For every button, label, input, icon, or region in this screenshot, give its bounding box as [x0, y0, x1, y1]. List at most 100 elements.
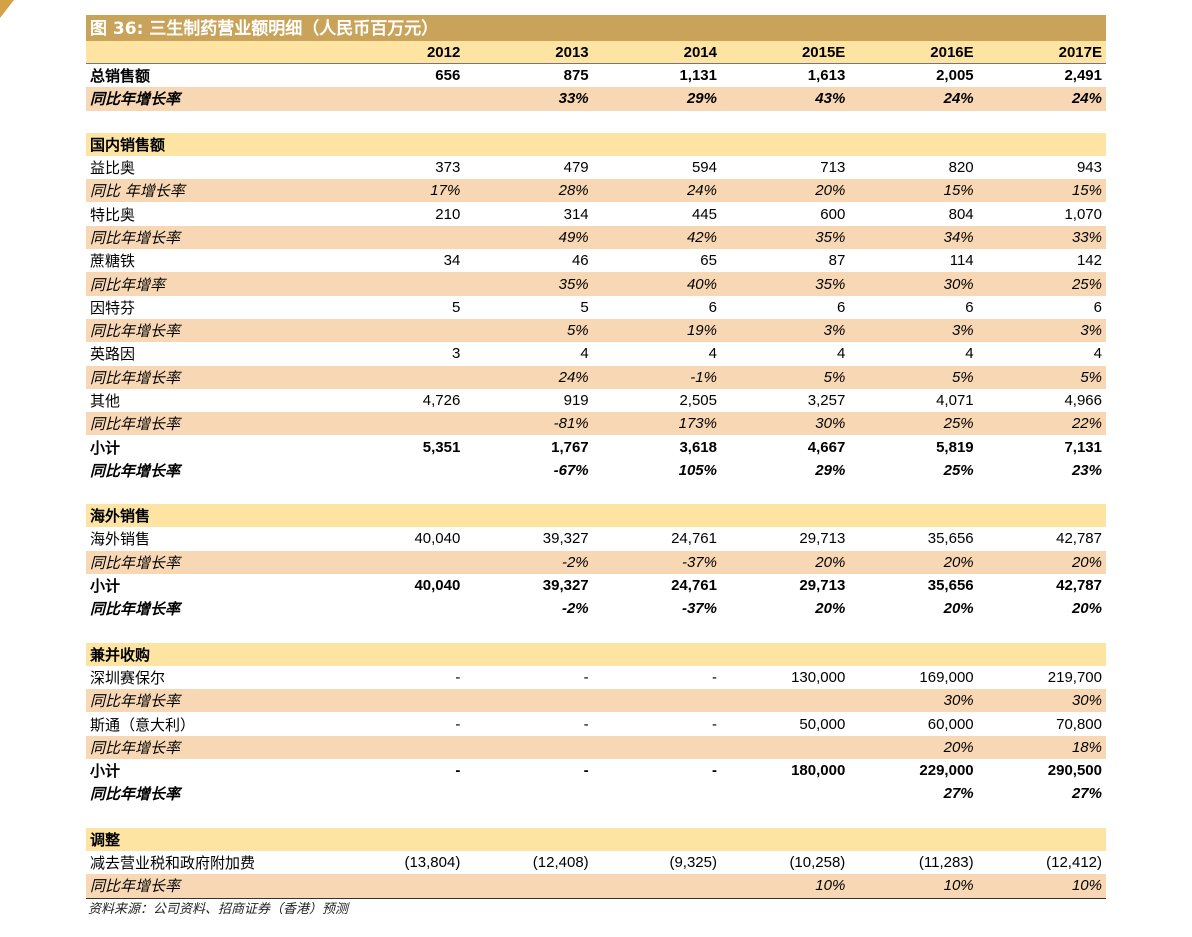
- value-cell: 2,005: [936, 67, 974, 85]
- row-label: 同比年增率: [86, 272, 336, 296]
- row-label: 蔗糖铁: [90, 252, 136, 271]
- value-cell: 3%: [720, 318, 850, 343]
- row-label: 益比奥: [90, 159, 136, 178]
- value-cell: [977, 827, 1106, 851]
- value-cell: [849, 827, 978, 851]
- value-cell: 20%: [1071, 600, 1102, 618]
- section-header-row: 兼并收购: [86, 642, 1106, 666]
- value-cell: 34: [443, 252, 461, 270]
- value-cell: 42%: [592, 225, 721, 250]
- table-row: 总销售额 656 875 1,131 1,613 2,005 2,491: [86, 64, 1106, 88]
- row-label: 特比奥: [90, 205, 136, 224]
- value-cell: [720, 735, 850, 760]
- value-cell: 3%: [849, 318, 978, 343]
- row-label: 其他: [90, 392, 121, 410]
- value-cell: [849, 621, 977, 643]
- table-row: 小计 40,040 39,327 24,761 29,713 35,656 42,787: [86, 574, 1106, 597]
- value-cell: 10%: [977, 874, 1106, 899]
- value-cell: 210: [435, 205, 461, 223]
- value-cell: [593, 806, 721, 828]
- value-cell: 114: [949, 252, 974, 270]
- row-label: 同比年增长率: [86, 874, 336, 899]
- value-cell: [464, 642, 593, 666]
- value-cell: [592, 642, 721, 666]
- spacer-row: [86, 482, 1106, 504]
- value-cell: [336, 482, 464, 504]
- value-cell: [592, 827, 721, 851]
- value-cell: 23%: [1071, 461, 1102, 479]
- value-cell: 65: [700, 252, 717, 270]
- row-label: 同比年增长率: [86, 225, 336, 250]
- section-header-row: 国内销售额: [86, 132, 1106, 156]
- table-row: 斯通（意大利） - - - 50,000 60,000 70,800: [86, 712, 1106, 735]
- row-label: 同比年增长率: [90, 785, 181, 804]
- value-cell: 4: [965, 345, 974, 363]
- section-header-row: 调整: [86, 827, 1106, 851]
- value-cell: 24%: [977, 87, 1106, 111]
- table-row: 海外销售 40,040 39,327 24,761 29,713 35,656 42,787: [86, 527, 1106, 550]
- value-cell: 142: [1076, 252, 1102, 270]
- value-cell: 219,700: [1047, 668, 1102, 686]
- value-cell: [849, 504, 978, 528]
- value-cell: [849, 642, 978, 666]
- value-cell: (13,804): [404, 854, 461, 872]
- value-cell: [849, 132, 978, 156]
- value-cell: 3,618: [679, 438, 717, 456]
- row-label: [86, 621, 336, 643]
- value-cell: [336, 735, 465, 760]
- value-cell: 656: [435, 67, 461, 85]
- header-year-2013: 2013: [464, 41, 593, 64]
- spacer-row: [86, 111, 1106, 133]
- row-label: [86, 806, 336, 828]
- header-year-2016e: 2016E: [849, 41, 978, 64]
- value-cell: 40,040: [414, 577, 461, 595]
- value-cell: 875: [563, 67, 589, 85]
- value-cell: [464, 482, 592, 504]
- row-label: 调整: [86, 827, 336, 851]
- value-cell: 943: [1076, 159, 1102, 177]
- value-cell: 39,327: [542, 577, 589, 595]
- table-row: 小计 - - - 180,000 229,000 290,500: [86, 759, 1106, 782]
- value-cell: 24%: [592, 179, 721, 203]
- value-cell: -2%: [464, 550, 593, 574]
- value-cell: -: [455, 715, 461, 733]
- row-label: 因特芬: [90, 298, 136, 317]
- value-cell: 820: [948, 159, 974, 177]
- value-cell: [977, 504, 1106, 528]
- value-cell: 60,000: [927, 715, 974, 733]
- value-cell: 3%: [977, 318, 1106, 343]
- value-cell: [336, 806, 464, 828]
- value-cell: [592, 504, 721, 528]
- value-cell: [592, 735, 721, 760]
- value-cell: -: [583, 668, 589, 686]
- value-cell: 29,713: [799, 530, 846, 548]
- growth-row: 同比年增长率 20% 18%: [86, 735, 1106, 760]
- value-cell: 919: [563, 392, 589, 409]
- growth-row: 同比年增长率 49% 42% 35% 34% 33%: [86, 225, 1106, 250]
- header-year-2017e: 2017E: [977, 41, 1106, 64]
- value-cell: 24,761: [671, 577, 717, 595]
- header-row: 2012 2013 2014 2015E 2016E 2017E: [86, 41, 1106, 64]
- value-cell: 15%: [849, 179, 978, 203]
- value-cell: 2,505: [679, 392, 717, 409]
- value-cell: 30%: [977, 689, 1106, 713]
- value-cell: -: [711, 668, 717, 686]
- value-cell: [593, 621, 721, 643]
- value-cell: [849, 806, 977, 828]
- growth-row: 同比年增长率 -2% -37% 20% 20% 20%: [86, 550, 1106, 574]
- value-cell: -: [711, 762, 717, 780]
- value-cell: 40,040: [414, 530, 461, 548]
- value-cell: 10%: [849, 874, 978, 899]
- value-cell: 314: [563, 205, 589, 223]
- row-label: [86, 482, 336, 504]
- value-cell: [720, 642, 850, 666]
- value-cell: [336, 87, 465, 111]
- value-cell: [336, 111, 464, 133]
- table-row: 其他 4,726 919 2,505 3,257 4,071 4,966: [86, 389, 1106, 412]
- value-cell: [464, 735, 593, 760]
- value-cell: [721, 782, 849, 805]
- growth-row: 同比年增长率 -2% -37% 20% 20% 20%: [86, 597, 1106, 620]
- value-cell: [978, 482, 1106, 504]
- value-cell: 35%: [720, 272, 850, 296]
- value-cell: [978, 806, 1106, 828]
